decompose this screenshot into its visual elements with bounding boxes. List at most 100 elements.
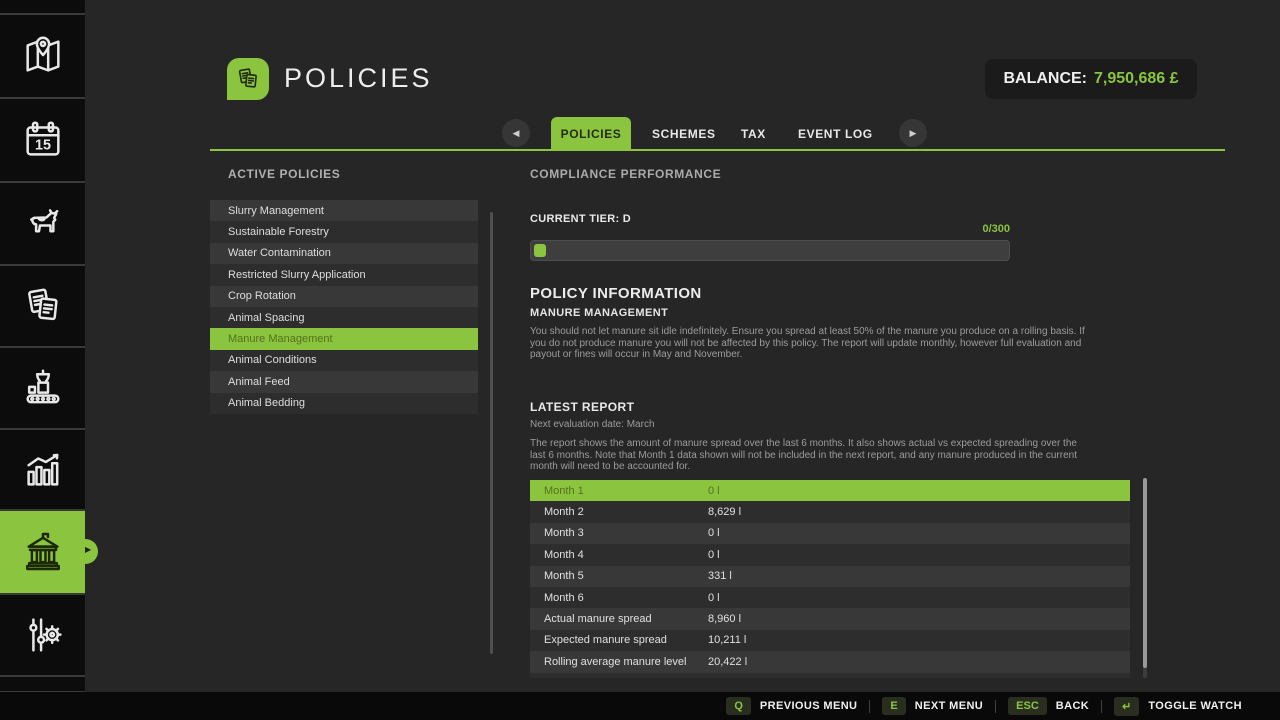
report-row[interactable]: Month 5 331 l [530,566,1130,587]
tab-underline [210,149,1225,151]
report-row-value: 8,629 l [708,506,741,518]
toggle-watch-button[interactable]: ↵ TOGGLE WATCH [1114,697,1242,716]
report-row-label: Month 3 [530,527,708,539]
previous-menu-label: PREVIOUS MENU [760,700,858,712]
tab-tax[interactable]: TAX [741,117,766,150]
sidebar-item-statistics[interactable] [0,430,85,509]
report-table: Month 1 0 l Month 2 8,629 l Month 3 0 l … [530,480,1130,678]
policy-description: You should not let manure sit idle indef… [530,326,1088,361]
report-row[interactable]: Expected manure spread 10,211 l [530,630,1130,651]
next-evaluation-date: Next evaluation date: March [530,419,655,430]
report-row[interactable]: Month 4 0 l [530,544,1130,565]
footer-divider [995,700,996,713]
report-row[interactable]: Rolling average manure level 20,422 l [530,651,1130,672]
report-row-label: Rating [530,677,708,678]
report-row-label: Month 1 [530,485,708,497]
back-button[interactable]: ESC BACK [1008,697,1089,715]
report-row-value: 0 l [708,485,720,497]
policy-list-item[interactable]: Water Contamination [210,243,478,264]
sidebar-item-settings[interactable] [0,595,85,675]
active-policies-title: ACTIVE POLICIES [228,167,340,181]
cow-icon [20,201,66,247]
next-menu-button[interactable]: E NEXT MENU [882,697,983,715]
report-row-label: Month 5 [530,570,708,582]
report-row-value: 20,422 l [708,656,747,668]
sidebar-item-partial-top [0,0,85,13]
tab-policies[interactable]: POLICIES [551,117,631,150]
report-row-value: 10,211 l [708,634,746,646]
policy-information-title: POLICY INFORMATION [530,285,702,302]
bank-building-icon [20,529,66,575]
balance-label: BALANCE: [1003,70,1087,88]
sidebar-item-contracts[interactable] [0,266,85,346]
sidebar-item-map[interactable] [0,15,85,97]
map-icon [20,33,66,79]
policy-list-item[interactable]: Animal Spacing [210,307,478,328]
svg-text:15: 15 [35,138,51,154]
report-row[interactable]: Month 3 0 l [530,523,1130,544]
production-icon [20,365,66,411]
compliance-title: COMPLIANCE PERFORMANCE [530,167,721,181]
sidebar-item-partial-bottom [0,677,85,691]
page-title: POLICIES [284,63,433,94]
tab-schemes[interactable]: SCHEMES [652,117,716,150]
tab-event-log[interactable]: EVENT LOG [798,117,873,150]
policy-name: MANURE MANAGEMENT [530,307,668,319]
report-row-label: Expected manure spread [530,634,708,646]
report-row-selected[interactable]: Month 1 0 l [530,480,1130,501]
key-q-badge: Q [726,697,751,715]
sidebar-selected-arrow-icon: ▶ [85,545,91,554]
documents-icon [20,283,66,329]
report-row-partial[interactable]: Rating 0 [530,673,1130,678]
report-row-label: Actual manure spread [530,613,708,625]
key-esc-badge: ESC [1008,697,1047,715]
policy-list-item[interactable]: Sustainable Forestry [210,221,478,242]
report-row-label: Rolling average manure level [530,656,708,668]
report-row-value: 0 l [708,549,720,561]
policies-app-icon [227,58,269,100]
report-row-label: Month 4 [530,549,708,561]
bar-chart-icon [20,447,66,493]
report-scrollbar-thumb[interactable] [1143,478,1147,668]
report-row[interactable]: Month 2 8,629 l [530,501,1130,522]
toggle-watch-label: TOGGLE WATCH [1148,700,1242,712]
content-scrollbar[interactable] [490,212,493,654]
sidebar-item-calendar[interactable]: 15 [0,99,85,181]
report-row-value: 0 l [708,592,720,604]
policies-screen: 15 [0,0,1280,720]
report-row-label: Month 6 [530,592,708,604]
previous-menu-button[interactable]: Q PREVIOUS MENU [726,697,857,715]
report-row[interactable]: Actual manure spread 8,960 l [530,608,1130,629]
report-row-label: Month 2 [530,506,708,518]
footer-divider [869,700,870,713]
compliance-score: 0/300 [530,223,1010,235]
balance-value: 7,950,686 £ [1094,70,1179,88]
compliance-progress-fill [534,244,546,257]
policy-list-item[interactable]: Slurry Management [210,200,478,221]
footer-divider [1101,700,1102,713]
report-row-value: 0 l [708,527,720,539]
next-menu-label: NEXT MENU [915,700,983,712]
key-enter-badge: ↵ [1114,697,1139,716]
sidebar-item-production[interactable] [0,348,85,428]
sidebar-item-animals[interactable] [0,183,85,264]
policy-list-item[interactable]: Animal Feed [210,371,478,392]
policies-documents-icon [234,65,262,93]
policy-list-item-selected[interactable]: Manure Management [210,328,478,349]
policy-list-item[interactable]: Crop Rotation [210,286,478,307]
report-row-value: 331 l [708,570,732,582]
policy-list-item[interactable]: Restricted Slurry Application [210,264,478,285]
balance-display: BALANCE: 7,950,686 £ [985,59,1197,99]
report-row-value: 0 [708,677,714,678]
sidebar: 15 [0,0,85,692]
report-row[interactable]: Month 6 0 l [530,587,1130,608]
compliance-progress-bar [530,240,1010,261]
tab-prev-arrow-button[interactable]: ◀ [502,119,530,147]
policy-list-item[interactable]: Animal Bedding [210,393,478,414]
keybind-footer: Q PREVIOUS MENU E NEXT MENU ESC BACK ↵ T… [0,692,1280,720]
policy-list-item[interactable]: Animal Conditions [210,350,478,371]
active-policies-list: Slurry Management Sustainable Forestry W… [210,200,478,414]
settings-sliders-gear-icon [20,612,66,658]
tab-next-arrow-button[interactable]: ▶ [899,119,927,147]
report-description: The report shows the amount of manure sp… [530,438,1088,473]
